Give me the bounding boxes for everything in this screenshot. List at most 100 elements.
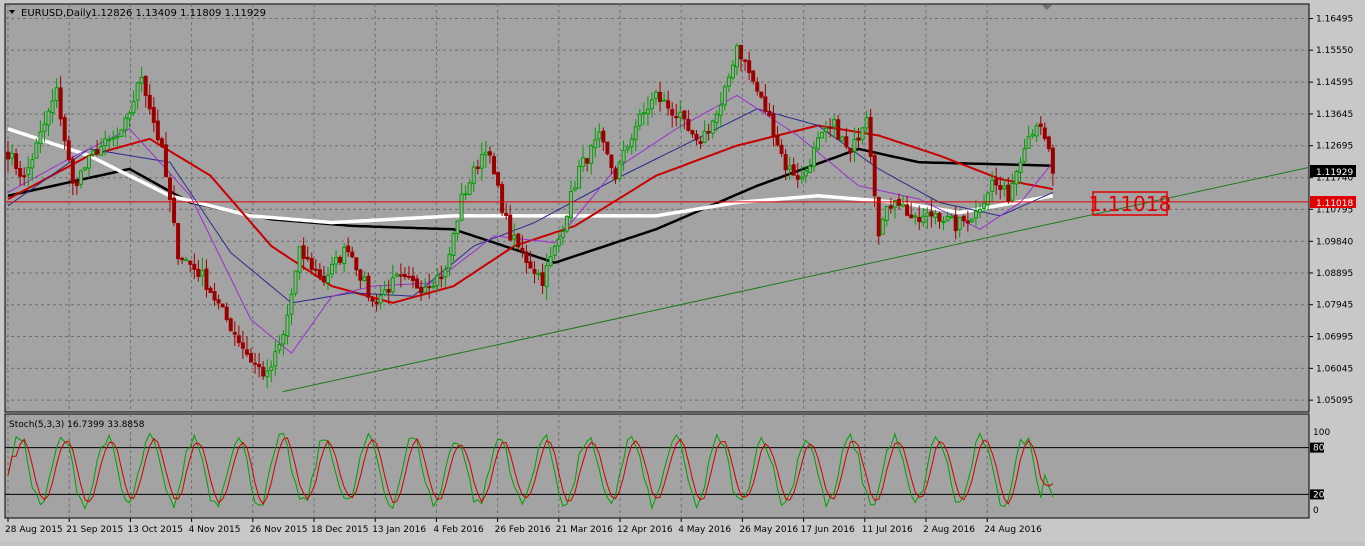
candle-body (1030, 133, 1035, 137)
candle-body (382, 289, 387, 295)
candle-body (674, 116, 679, 119)
candle-body (325, 274, 330, 284)
candle-body (767, 110, 772, 116)
candle-body (706, 131, 711, 134)
price-tick-label: 1.12695 (1316, 142, 1353, 152)
candle-body (508, 214, 513, 241)
price-level-label-text: 1.11018 (1089, 192, 1172, 216)
chart-canvas[interactable]: 1.11018 EURUSD,Daily 1.12826 1.13409 1.1… (0, 0, 1365, 542)
candle-body (763, 96, 768, 112)
time-tick-label: 4 May 2016 (678, 525, 731, 535)
candle-body (467, 182, 472, 195)
candle-body (99, 146, 104, 156)
candle-body (285, 314, 290, 337)
candle-body (532, 268, 537, 274)
candle-body (26, 167, 31, 176)
candle-body (261, 366, 266, 377)
candle-body (119, 129, 124, 137)
candle-body (54, 87, 59, 102)
candle-body (1050, 147, 1055, 174)
candle-body (277, 344, 282, 351)
candle-body (759, 91, 764, 98)
candle-body (479, 154, 484, 169)
candle-body (236, 335, 241, 344)
candle-body (487, 151, 492, 156)
candle-body (313, 268, 318, 271)
candle-body (540, 272, 545, 286)
candle-body (714, 113, 719, 124)
candle-body (6, 151, 10, 160)
candle-body (147, 94, 152, 110)
candle-body (447, 254, 452, 269)
stochastic-panel[interactable] (4, 413, 1310, 519)
candle-body (427, 286, 432, 289)
candle-body (463, 193, 468, 196)
candle-body (925, 212, 930, 217)
candle-body (22, 175, 27, 178)
time-tick-label: 11 Jul 2016 (862, 525, 913, 535)
chart-window[interactable]: 1.11018 EURUSD,Daily 1.12826 1.13409 1.1… (0, 0, 1365, 542)
candle-body (880, 218, 885, 235)
candle-body (953, 214, 958, 232)
candle-body (443, 269, 448, 278)
candle-body (301, 245, 306, 260)
candle-body (228, 318, 233, 332)
candle-body (253, 362, 258, 365)
candle-body (1022, 148, 1027, 163)
candle-body (658, 91, 663, 102)
candle-body (91, 150, 96, 155)
candle-body (1034, 125, 1039, 137)
candle-body (390, 277, 395, 293)
candle-body (864, 117, 869, 129)
candle-body (30, 159, 35, 169)
candle-body (811, 147, 816, 167)
line-price-tag: 1.11018 (1310, 196, 1356, 209)
candle-body (593, 139, 598, 148)
candle-body (929, 211, 934, 217)
candle-body (973, 210, 978, 219)
candle-body (1042, 127, 1047, 140)
price-tick-label: 1.07945 (1316, 301, 1353, 311)
price-level-label[interactable]: 1.11018 (1089, 191, 1172, 216)
candle-body (783, 154, 788, 171)
candle-body (597, 131, 602, 140)
candle-body (34, 142, 39, 159)
candle-body (645, 108, 650, 115)
candle-body (905, 204, 910, 216)
candle-body (281, 334, 286, 345)
candle-body (249, 353, 253, 363)
candle-body (1010, 183, 1015, 201)
candle-body (257, 363, 262, 368)
candle-body (913, 215, 918, 218)
price-tick-label: 1.15550 (1316, 46, 1353, 56)
candle-body (990, 179, 995, 193)
price-tick-label: 1.13645 (1316, 110, 1353, 120)
candle-body (820, 131, 825, 139)
candle-body (860, 127, 865, 141)
candle-body (115, 136, 120, 139)
candle-body (419, 286, 424, 294)
candle-body (816, 137, 820, 150)
candle-body (581, 157, 586, 167)
candle-body (803, 170, 808, 177)
candle-body (415, 278, 420, 289)
price-tick-label: 1.09840 (1316, 237, 1353, 247)
candle-body (605, 141, 610, 155)
time-tick-label: 4 Nov 2015 (189, 525, 241, 535)
candle-body (998, 185, 1003, 190)
candle-body (1014, 170, 1019, 185)
candle-body (601, 130, 606, 143)
candle-body (244, 349, 249, 355)
candle-body (856, 137, 861, 141)
candle-body (779, 144, 784, 154)
candle-body (589, 145, 594, 164)
candle-body (633, 126, 638, 140)
stochastic-tick-label: 100 (1313, 428, 1330, 438)
candle-body (1026, 136, 1031, 149)
candle-body (139, 77, 144, 84)
candle-body (398, 274, 403, 277)
candle-body (455, 220, 460, 235)
candle-body (492, 156, 496, 175)
candle-body (739, 44, 744, 60)
candle-body (504, 212, 509, 217)
